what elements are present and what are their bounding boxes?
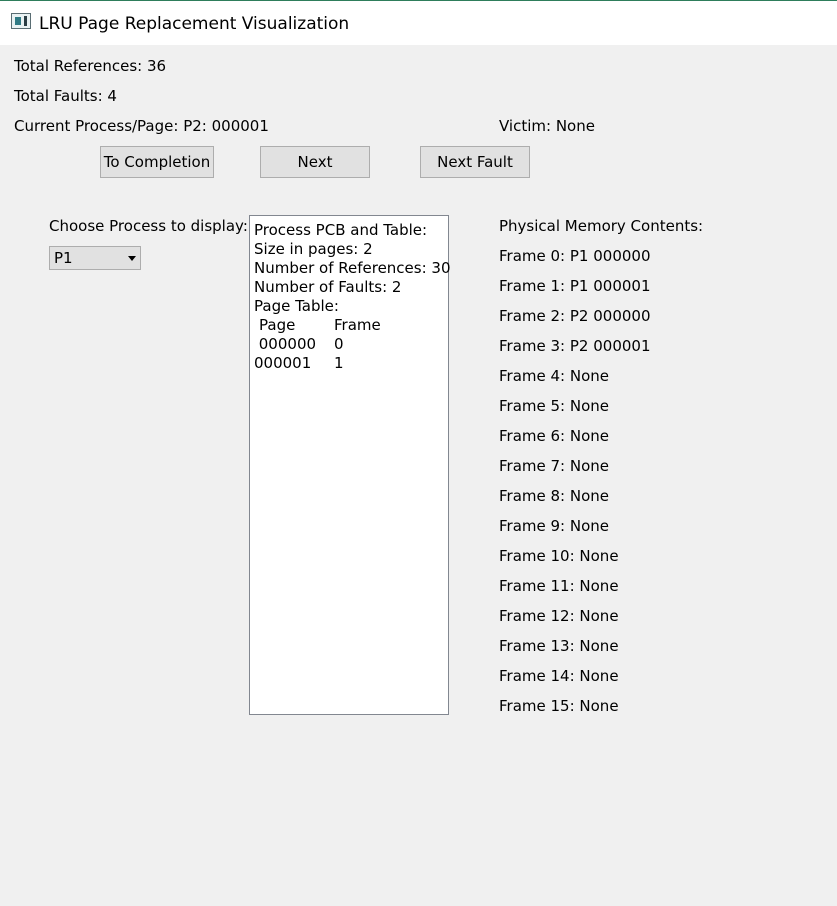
page-column-header: Page — [259, 316, 296, 334]
next-button[interactable]: Next — [260, 146, 370, 178]
title-bar: LRU Page Replacement Visualization — [0, 0, 837, 45]
choose-process-label: Choose Process to display: — [49, 217, 248, 235]
memory-frame: Frame 7: None — [499, 457, 610, 475]
memory-frame: Frame 2: P2 000000 — [499, 307, 651, 325]
memory-frame: Frame 3: P2 000001 — [499, 337, 651, 355]
page-table-row-page: 000000 — [254, 335, 317, 353]
total-faults-label: Total Faults: 4 — [14, 87, 117, 105]
next-fault-button[interactable]: Next Fault — [420, 146, 530, 178]
memory-frame: Frame 15: None — [499, 697, 619, 715]
memory-frame: Frame 6: None — [499, 427, 610, 445]
memory-frame: Frame 14: None — [499, 667, 619, 685]
to-completion-button[interactable]: To Completion — [100, 146, 214, 178]
pcb-heading: Process PCB and Table: — [254, 221, 428, 239]
memory-frame: Frame 5: None — [499, 397, 610, 415]
process-select-value: P1 — [54, 249, 73, 267]
current-page-label: Current Process/Page: P2: 000001 — [14, 117, 269, 135]
page-table-label: Page Table: — [254, 297, 339, 315]
memory-frame: Frame 8: None — [499, 487, 610, 505]
page-table-row-page: 000001 — [254, 354, 312, 372]
pcb-panel[interactable]: Process PCB and Table: Size in pages: 2 … — [249, 215, 451, 715]
page-table-row-frame: 1 — [334, 354, 344, 372]
memory-heading: Physical Memory Contents: — [499, 217, 704, 235]
pcb-size: Size in pages: 2 — [254, 240, 373, 258]
victim-label: Victim: None — [499, 117, 595, 135]
chevron-down-icon — [128, 256, 136, 261]
memory-frame: Frame 9: None — [499, 517, 610, 535]
memory-frame: Frame 13: None — [499, 637, 619, 655]
memory-frame: Frame 11: None — [499, 577, 619, 595]
pcb-faults: Number of Faults: 2 — [254, 278, 402, 296]
app-icon — [11, 13, 31, 29]
window-title: LRU Page Replacement Visualization — [39, 14, 350, 34]
total-references-label: Total References: 36 — [14, 57, 167, 75]
memory-frame: Frame 12: None — [499, 607, 619, 625]
memory-frame: Frame 0: P1 000000 — [499, 247, 651, 265]
memory-frame: Frame 10: None — [499, 547, 619, 565]
process-select[interactable]: P1 — [49, 246, 141, 270]
memory-frame: Frame 1: P1 000001 — [499, 277, 651, 295]
memory-frame: Frame 4: None — [499, 367, 610, 385]
pcb-references: Number of References: 30 — [254, 259, 451, 277]
frame-column-header: Frame — [334, 316, 381, 334]
page-table-row-frame: 0 — [334, 335, 344, 353]
